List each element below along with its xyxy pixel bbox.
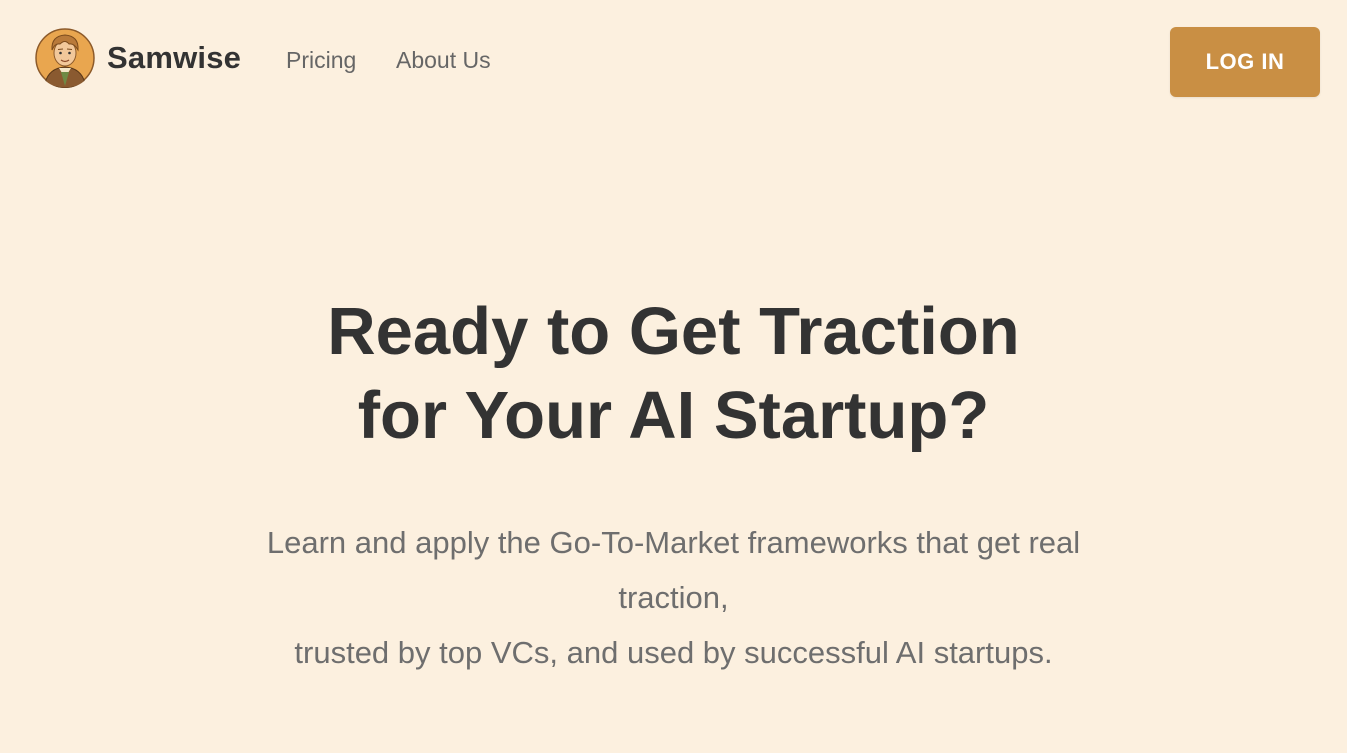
login-button[interactable]: LOG IN — [1170, 27, 1320, 97]
nav-link-pricing[interactable]: Pricing — [286, 47, 356, 74]
nav-link-about-us[interactable]: About Us — [396, 47, 491, 74]
hero-title: Ready to Get Traction for Your AI Startu… — [0, 290, 1347, 458]
hero-subtitle-line-1: Learn and apply the Go-To-Market framewo… — [266, 525, 1081, 560]
hero-subtitle: Learn and apply the Go-To-Market framewo… — [235, 515, 1112, 680]
hero-subtitle-line-3: trusted by top VCs, and used by successf… — [294, 635, 1053, 670]
brand-name: Samwise — [107, 40, 242, 75]
landing-page: Samwise Pricing About Us LOG IN Ready to… — [0, 0, 1347, 753]
hero-title-line-2: for Your AI Startup? — [357, 378, 990, 453]
top-navigation: Samwise Pricing About Us LOG IN — [0, 0, 1347, 124]
brand-logo-link[interactable]: Samwise — [35, 28, 241, 88]
hero-title-line-1: Ready to Get Traction — [327, 294, 1020, 369]
hero-section: Ready to Get Traction for Your AI Startu… — [0, 290, 1347, 670]
hero-subtitle-line-2: traction, — [618, 580, 729, 615]
hobbit-avatar-icon — [35, 28, 95, 88]
